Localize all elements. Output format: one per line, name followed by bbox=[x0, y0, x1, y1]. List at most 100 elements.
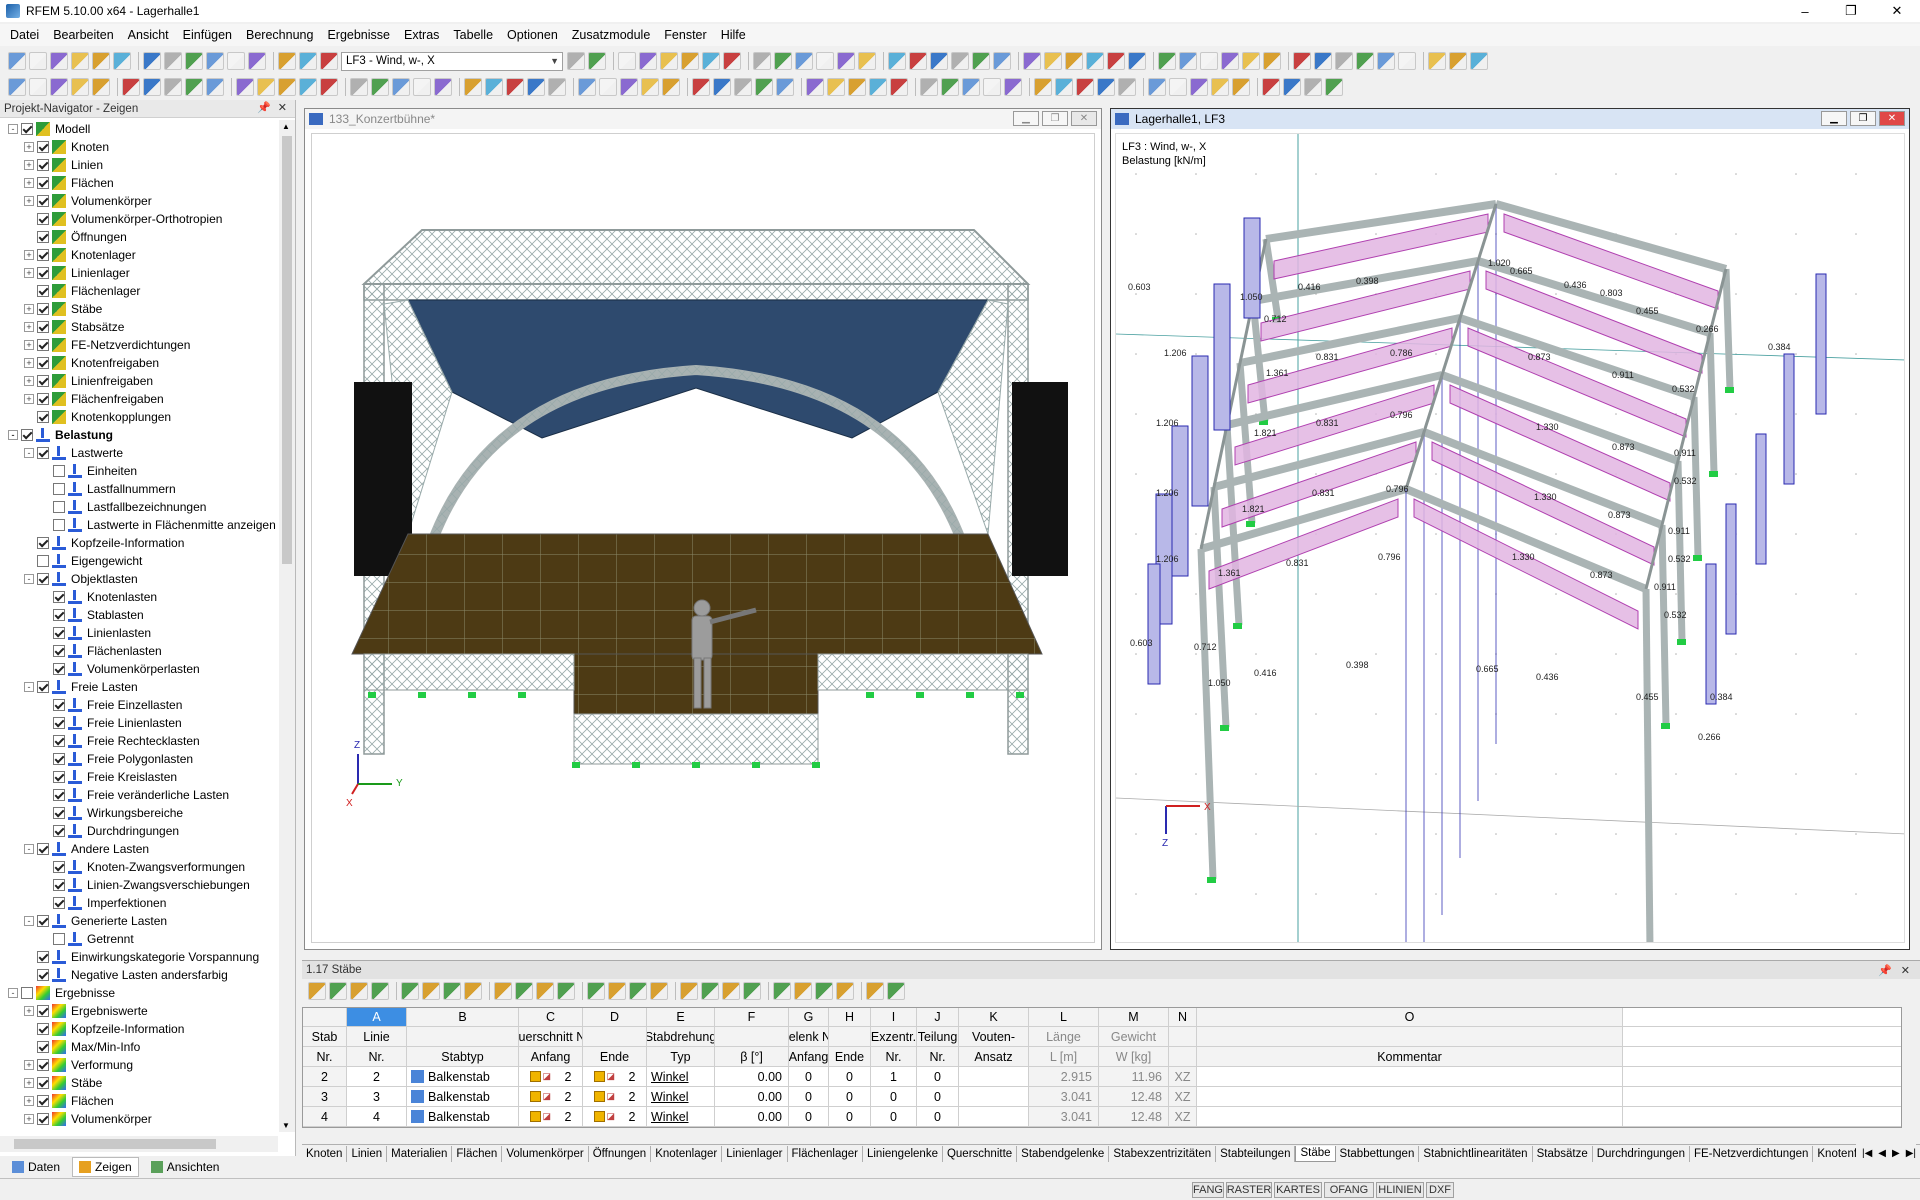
toolbar-tool-icon[interactable] bbox=[848, 78, 866, 96]
table-tab[interactable]: Knoten bbox=[302, 1145, 348, 1162]
toolbar-tool-icon[interactable] bbox=[164, 78, 182, 96]
section-start-cell[interactable]: ◪ 2 bbox=[519, 1107, 583, 1126]
status-toggle-raster[interactable]: RASTER bbox=[1226, 1182, 1272, 1198]
expand-icon[interactable]: + bbox=[24, 178, 34, 188]
toolbar-tool-icon[interactable] bbox=[506, 78, 524, 96]
table-tool-icon[interactable] bbox=[515, 982, 533, 1000]
taper-cell[interactable] bbox=[959, 1107, 1029, 1126]
toolbar-tool-icon[interactable] bbox=[890, 78, 908, 96]
hinge-start-cell[interactable]: 0 bbox=[789, 1107, 829, 1126]
tree-checkbox[interactable] bbox=[37, 1095, 49, 1107]
tree-item[interactable]: Freie Linienlasten bbox=[0, 714, 278, 732]
table-row[interactable]: 3 3 Balkenstab ◪ 2 ◪ 2 Winkel 0.00 0 0 0 0 3.041 12.48… bbox=[303, 1087, 1901, 1107]
collapse-icon[interactable]: - bbox=[24, 844, 34, 854]
table-tab[interactable]: Liniengelenke bbox=[863, 1145, 943, 1162]
tree-item[interactable]: Einwirkungskategorie Vorspannung bbox=[0, 948, 278, 966]
rotation-type-cell[interactable]: Winkel bbox=[647, 1067, 715, 1086]
hinge-start-cell[interactable]: 0 bbox=[789, 1067, 829, 1086]
expand-icon[interactable]: + bbox=[24, 1060, 34, 1070]
loadcase-select[interactable]: LF3 - Wind, w-, X ▼ bbox=[341, 51, 563, 71]
column-letter[interactable]: D bbox=[583, 1008, 647, 1026]
toolbar-tool-icon[interactable] bbox=[1377, 52, 1395, 70]
taper-cell[interactable] bbox=[959, 1067, 1029, 1086]
tree-item[interactable]: Eigengewicht bbox=[0, 552, 278, 570]
toolbar-tool-icon[interactable] bbox=[578, 78, 596, 96]
toolbar-tool-icon[interactable] bbox=[1065, 52, 1083, 70]
table-tool-icon[interactable] bbox=[308, 982, 326, 1000]
tree-checkbox[interactable] bbox=[53, 897, 65, 909]
section-start-cell[interactable]: ◪ 2 bbox=[519, 1087, 583, 1106]
scroll-down-icon[interactable]: ▼ bbox=[282, 1121, 290, 1130]
division-cell[interactable]: 0 bbox=[917, 1087, 959, 1106]
tree-item[interactable]: + FE-Netzverdichtungen bbox=[0, 336, 278, 354]
tree-checkbox[interactable] bbox=[37, 1041, 49, 1053]
tree-checkbox[interactable] bbox=[53, 861, 65, 873]
table-tool-icon[interactable] bbox=[680, 982, 698, 1000]
window-minimize-button[interactable]: ▁ bbox=[1821, 111, 1847, 126]
toolbar-tool-icon[interactable] bbox=[206, 52, 224, 70]
toolbar-tool-icon[interactable] bbox=[29, 78, 47, 96]
expand-icon[interactable]: + bbox=[24, 304, 34, 314]
table-tool-icon[interactable] bbox=[629, 982, 647, 1000]
table-tab[interactable]: Stabexzentrizitäten bbox=[1109, 1145, 1217, 1162]
tree-checkbox[interactable] bbox=[37, 231, 49, 243]
tree-checkbox[interactable] bbox=[53, 933, 65, 945]
tree-checkbox[interactable] bbox=[37, 339, 49, 351]
hinge-start-cell[interactable]: 0 bbox=[789, 1087, 829, 1106]
rotation-angle-cell[interactable]: 0.00 bbox=[715, 1107, 789, 1126]
toolbar-tool-icon[interactable] bbox=[8, 52, 26, 70]
table-tab[interactable]: Stabbettungen bbox=[1336, 1145, 1420, 1162]
expand-icon[interactable]: + bbox=[24, 394, 34, 404]
comment-cell[interactable] bbox=[1197, 1067, 1623, 1086]
status-toggle-kartes[interactable]: KARTES bbox=[1274, 1182, 1322, 1198]
hall-3d-viewport[interactable]: LF3 : Wind, w-, X Belastung [kN/m] 0.603… bbox=[1115, 133, 1905, 943]
tree-item[interactable]: Knotenkopplungen bbox=[0, 408, 278, 426]
toolbar-tool-icon[interactable] bbox=[248, 52, 266, 70]
tree-checkbox[interactable] bbox=[37, 1077, 49, 1089]
table-tool-icon[interactable] bbox=[587, 982, 605, 1000]
window-close-button[interactable]: ✕ bbox=[1071, 111, 1097, 126]
tree-item[interactable]: Durchdringungen bbox=[0, 822, 278, 840]
expand-icon[interactable]: + bbox=[24, 1078, 34, 1088]
tree-item[interactable]: Linien-Zwangsverschiebungen bbox=[0, 876, 278, 894]
tree-item[interactable]: - Generierte Lasten bbox=[0, 912, 278, 930]
toolbar-tool-icon[interactable] bbox=[858, 52, 876, 70]
toolbar-tool-icon[interactable] bbox=[548, 78, 566, 96]
toolbar-tool-icon[interactable] bbox=[1221, 52, 1239, 70]
toolbar-tool-icon[interactable] bbox=[599, 78, 617, 96]
table-pin-icon[interactable]: 📌 bbox=[1878, 964, 1892, 977]
line-number-cell[interactable]: 4 bbox=[347, 1107, 407, 1126]
toolbar-tool-icon[interactable] bbox=[92, 78, 110, 96]
toolbar-tool-icon[interactable] bbox=[1179, 52, 1197, 70]
tree-checkbox[interactable] bbox=[53, 627, 65, 639]
rotation-type-cell[interactable]: Winkel bbox=[647, 1107, 715, 1126]
toolbar-tool-icon[interactable] bbox=[392, 78, 410, 96]
tree-checkbox[interactable] bbox=[37, 159, 49, 171]
tree-item[interactable]: - Objektlasten bbox=[0, 570, 278, 588]
tree-checkbox[interactable] bbox=[37, 213, 49, 225]
menu-0[interactable]: Datei bbox=[10, 28, 39, 42]
tree-checkbox[interactable] bbox=[37, 681, 49, 693]
tree-item[interactable]: + Volumenkörper bbox=[0, 1110, 278, 1128]
tree-item[interactable]: Volumenkörper-Orthotropien bbox=[0, 210, 278, 228]
tree-item[interactable]: Einheiten bbox=[0, 462, 278, 480]
toolbar-tool-icon[interactable] bbox=[660, 52, 678, 70]
tree-checkbox[interactable] bbox=[37, 249, 49, 261]
tree-checkbox[interactable] bbox=[37, 357, 49, 369]
toolbar-tool-icon[interactable] bbox=[1262, 78, 1280, 96]
tree-item[interactable]: Imperfektionen bbox=[0, 894, 278, 912]
toolbar-tool-icon[interactable] bbox=[71, 78, 89, 96]
table-tool-icon[interactable] bbox=[401, 982, 419, 1000]
table-tab[interactable]: Stäbe bbox=[1295, 1145, 1336, 1162]
tree-checkbox[interactable] bbox=[53, 753, 65, 765]
toolbar-tool-icon[interactable] bbox=[909, 52, 927, 70]
navigator-hscrollbar[interactable] bbox=[0, 1136, 278, 1152]
table-row[interactable]: 4 4 Balkenstab ◪ 2 ◪ 2 Winkel 0.00 0 0 0 0 3.041 12.48… bbox=[303, 1107, 1901, 1127]
toolbar-tool-icon[interactable] bbox=[776, 78, 794, 96]
menu-5[interactable]: Ergebnisse bbox=[327, 28, 390, 42]
tree-item[interactable]: + Knotenlager bbox=[0, 246, 278, 264]
table-tool-icon[interactable] bbox=[722, 982, 740, 1000]
toolbar-tool-icon[interactable] bbox=[1076, 78, 1094, 96]
toolbar-tool-icon[interactable] bbox=[236, 78, 254, 96]
toolbar-tool-icon[interactable] bbox=[753, 52, 771, 70]
